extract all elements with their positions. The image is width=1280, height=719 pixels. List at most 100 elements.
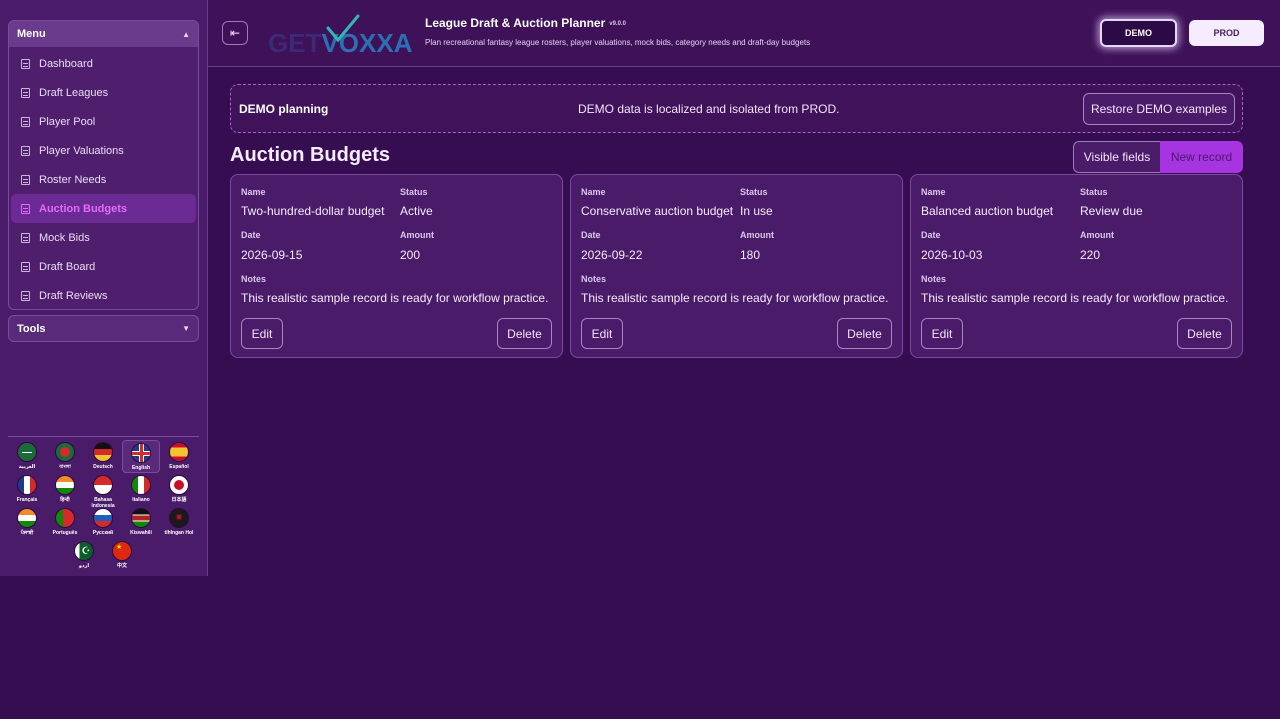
date-label: Date [241, 230, 261, 240]
document-icon [21, 290, 30, 301]
klingon-emblem-icon: ✷ [169, 508, 189, 528]
language-pt[interactable]: Português [46, 508, 84, 536]
app-subtitle: Plan recreational fantasy league rosters… [425, 38, 811, 47]
document-icon [21, 145, 30, 156]
prod-button[interactable]: PROD [1189, 20, 1264, 46]
app-header: ⇤ GET VOXXA League Draft & Auction Planne… [208, 0, 1280, 67]
language-sw[interactable]: Kiswahili [122, 508, 160, 536]
delete-button[interactable]: Delete [837, 318, 892, 349]
sidebar-item-label: Player Pool [39, 115, 96, 128]
notes-label: Notes [241, 274, 267, 284]
status-label: Status [740, 187, 768, 197]
banner-title: DEMO planning [239, 102, 329, 116]
date-label: Date [921, 230, 941, 240]
app-title-text: League Draft & Auction Planner [425, 16, 606, 30]
delete-button[interactable]: Delete [497, 318, 552, 349]
language-label: Français [16, 497, 38, 503]
name-label: Name [241, 187, 266, 197]
united-kingdom-flag-icon [131, 443, 151, 463]
sidebar-item-label: Auction Budgets [39, 202, 127, 215]
record-card: Name Two-hundred-dollar budget Status Ac… [230, 174, 563, 358]
sidebar-item-mock-bids[interactable]: Mock Bids [11, 223, 196, 252]
sidebar-item-label: Dashboard [39, 57, 93, 70]
language-ur[interactable]: ☪ اردو [65, 541, 103, 569]
language-label: Deutsch [93, 464, 113, 470]
sidebar-item-label: Draft Leagues [39, 86, 109, 99]
document-icon [21, 174, 30, 185]
restore-demo-button[interactable]: Restore DEMO examples [1083, 93, 1235, 125]
language-fr[interactable]: Français [8, 475, 46, 503]
sidebar-item-label: Draft Board [39, 260, 96, 273]
sidebar-item-player-pool[interactable]: Player Pool [11, 107, 196, 136]
language-ru[interactable]: Русский [84, 508, 122, 536]
new-record-button[interactable]: New record [1160, 141, 1243, 173]
language-label: العربية [18, 464, 36, 470]
sidebar-item-draft-board[interactable]: Draft Board [11, 252, 196, 281]
india-flag-icon [55, 475, 75, 495]
edit-button[interactable]: Edit [241, 318, 283, 349]
sidebar-item-roster-needs[interactable]: Roster Needs [11, 165, 196, 194]
amount-value: 200 [400, 248, 421, 262]
sidebar-item-draft-leagues[interactable]: Draft Leagues [11, 78, 196, 107]
language-en[interactable]: English [122, 440, 160, 473]
language-label: tlhIngan Hol [164, 530, 194, 536]
language-it[interactable]: Italiano [122, 475, 160, 503]
language-id[interactable]: Bahasa Indonesia [84, 475, 122, 509]
language-de[interactable]: Deutsch [84, 442, 122, 470]
app-version: v9.0.0 [609, 20, 626, 27]
language-zh[interactable]: ★ 中文 [103, 541, 141, 569]
tools-title: Tools [17, 322, 46, 335]
amount-value: 180 [740, 248, 761, 262]
divider [8, 436, 199, 437]
menu-header[interactable]: Menu ▲ [9, 21, 198, 47]
status-value: In use [740, 204, 773, 218]
visible-fields-button[interactable]: Visible fields [1073, 141, 1161, 173]
date-value: 2026-10-03 [921, 248, 983, 262]
menu-title: Menu [17, 28, 46, 40]
sidebar-item-label: Mock Bids [39, 231, 90, 244]
tools-header[interactable]: Tools ▼ [8, 315, 199, 342]
amount-label: Amount [1080, 230, 1114, 240]
collapse-sidebar-button[interactable]: ⇤ [222, 21, 248, 45]
language-pa[interactable]: ਪੰਜਾਬੀ [8, 508, 46, 536]
amount-value: 220 [1080, 248, 1101, 262]
china-flag-icon: ★ [112, 541, 132, 561]
edit-button[interactable]: Edit [921, 318, 963, 349]
sidebar-item-draft-reviews[interactable]: Draft Reviews [11, 281, 196, 310]
language-es[interactable]: Español [160, 442, 198, 470]
sidebar-item-player-valuations[interactable]: Player Valuations [11, 136, 196, 165]
sidebar-item-dashboard[interactable]: Dashboard [11, 49, 196, 78]
italy-flag-icon [131, 475, 151, 495]
document-icon [21, 116, 30, 127]
language-ja[interactable]: 日本語 [160, 475, 198, 503]
language-tlh[interactable]: ✷ tlhIngan Hol [160, 508, 198, 536]
document-icon [21, 203, 30, 214]
bangladesh-flag-icon [55, 442, 75, 462]
banner-message: DEMO data is localized and isolated from… [578, 102, 840, 116]
sidebar: Menu ▲ Dashboard Draft Leagues Player Po… [0, 0, 208, 576]
demo-button[interactable]: DEMO [1100, 19, 1177, 47]
record-card: Name Conservative auction budget Status … [570, 174, 903, 358]
language-hi[interactable]: हिन्दी [46, 475, 84, 503]
language-label: Português [52, 530, 78, 536]
language-label: हिन्दी [60, 497, 70, 503]
saudi-arabia-flag-icon [17, 442, 37, 462]
app-title: League Draft & Auction Planner v9.0.0 [425, 16, 626, 30]
language-label: English [131, 465, 151, 471]
language-label: Kiswahili [130, 530, 152, 536]
language-bn[interactable]: বাংলা [46, 442, 84, 470]
date-value: 2026-09-22 [581, 248, 643, 262]
delete-button[interactable]: Delete [1177, 318, 1232, 349]
date-label: Date [581, 230, 601, 240]
india-flag-icon [17, 508, 37, 528]
document-icon [21, 58, 30, 69]
japan-flag-icon [169, 475, 189, 495]
language-label: اردو [78, 563, 90, 569]
collapse-menu-icon: ⇤ [229, 26, 241, 40]
sidebar-item-auction-budgets[interactable]: Auction Budgets [11, 194, 196, 223]
record-card: Name Balanced auction budget Status Revi… [910, 174, 1243, 358]
name-label: Name [921, 187, 946, 197]
edit-button[interactable]: Edit [581, 318, 623, 349]
menu-panel: Menu ▲ Dashboard Draft Leagues Player Po… [8, 20, 199, 310]
language-ar[interactable]: العربية [8, 442, 46, 470]
